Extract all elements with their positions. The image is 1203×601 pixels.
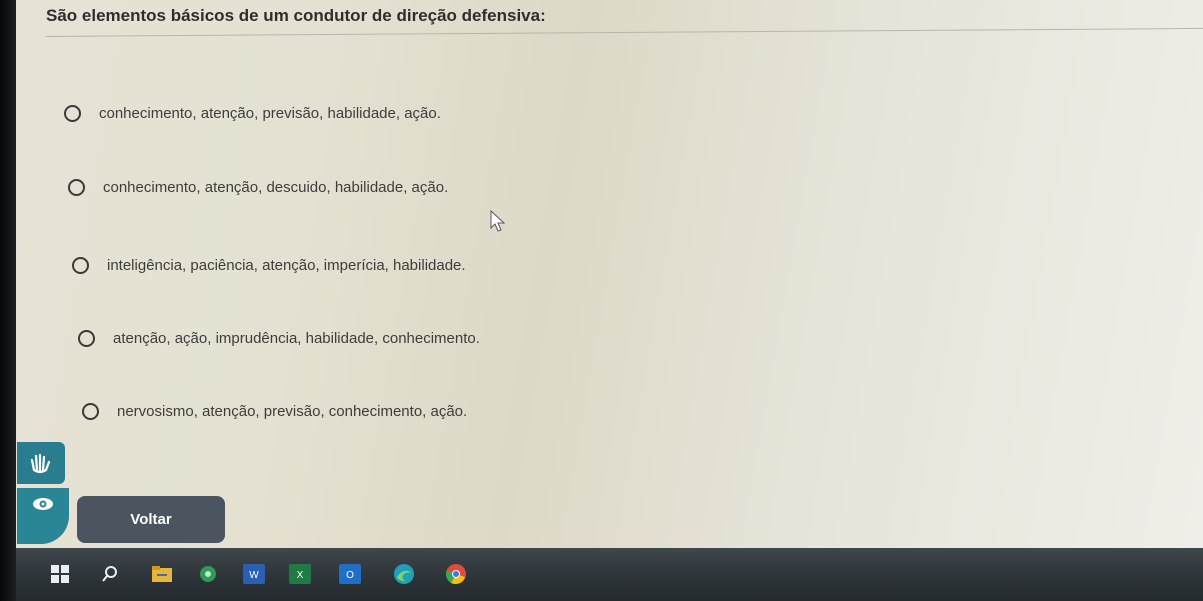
option-1[interactable]: conhecimento, atenção, previsão, habilid… [64, 105, 441, 122]
svg-text:X: X [297, 570, 304, 581]
sign-language-widget[interactable] [17, 442, 65, 484]
svg-text:W: W [249, 570, 259, 581]
radio-button[interactable] [72, 257, 89, 274]
monitor-bezel [0, 0, 16, 601]
windows-taskbar: W X O [16, 548, 1203, 601]
radio-button[interactable] [82, 403, 99, 420]
radio-button[interactable] [78, 330, 95, 347]
chrome-icon[interactable] [444, 562, 468, 586]
option-5[interactable]: nervosismo, atenção, previsão, conhecime… [82, 403, 467, 420]
question-divider [45, 27, 1203, 37]
file-explorer-icon[interactable] [150, 562, 174, 586]
radio-button[interactable] [64, 105, 81, 122]
excel-icon[interactable]: X [288, 562, 312, 586]
radio-button[interactable] [68, 179, 85, 196]
search-icon[interactable] [98, 562, 122, 586]
option-3[interactable]: inteligência, paciência, atenção, imperí… [72, 257, 466, 274]
app-circle-icon[interactable] [196, 562, 220, 586]
word-icon[interactable]: W [242, 562, 266, 586]
option-label: inteligência, paciência, atenção, imperí… [107, 257, 466, 274]
option-4[interactable]: atenção, ação, imprudência, habilidade, … [78, 330, 480, 347]
svg-text:O: O [346, 570, 354, 581]
mouse-pointer-icon [490, 210, 506, 232]
option-label: conhecimento, atenção, descuido, habilid… [103, 179, 449, 196]
question-text: São elementos básicos de um condutor de … [46, 6, 546, 25]
option-label: conhecimento, atenção, previsão, habilid… [99, 105, 441, 122]
quiz-page: São elementos básicos de um condutor de … [16, 0, 1203, 548]
eye-icon [33, 498, 53, 510]
sign-language-hand-icon [30, 453, 51, 474]
back-button[interactable]: Voltar [77, 496, 225, 543]
option-label: nervosismo, atenção, previsão, conhecime… [117, 403, 468, 420]
outlook-icon[interactable]: O [338, 562, 362, 586]
option-2[interactable]: conhecimento, atenção, descuido, habilid… [68, 179, 448, 196]
edge-icon[interactable] [392, 562, 416, 586]
windows-start-icon[interactable] [48, 562, 72, 586]
option-label: atenção, ação, imprudência, habilidade, … [113, 330, 480, 347]
